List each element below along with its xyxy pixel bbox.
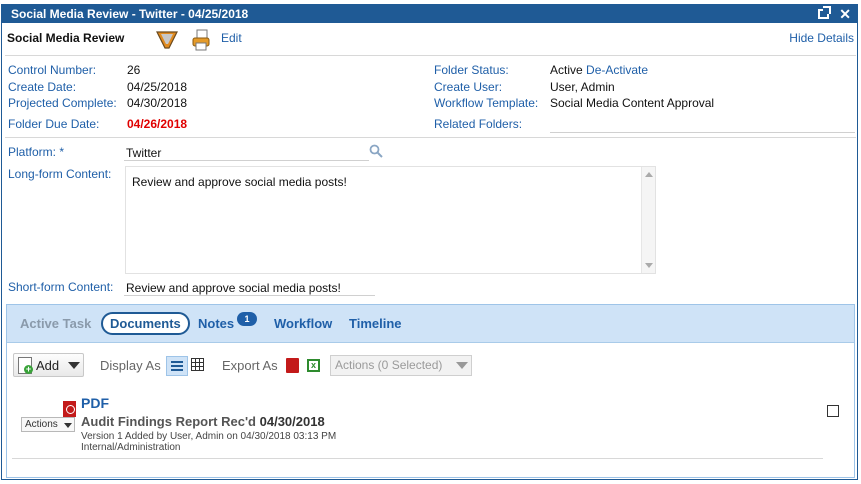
display-as-label: Display As (100, 358, 161, 373)
document-row: PDF Actions Audit Findings Report Rec'd … (7, 379, 854, 457)
control-number-label: Control Number: (8, 63, 97, 77)
filter-icon[interactable] (156, 30, 178, 50)
create-user-label: Create User: (434, 80, 503, 94)
short-form-label: Short-form Content: (8, 280, 114, 294)
folder-due-date-value: 04/26/2018 (127, 117, 188, 131)
export-as-label: Export As (222, 358, 278, 373)
folder-status-value: Active De-Activate (550, 63, 648, 77)
long-form-textarea[interactable]: Review and approve social media posts! (125, 166, 656, 274)
document-select-checkbox[interactable] (827, 405, 839, 417)
create-date-value: 04/25/2018 (127, 80, 188, 94)
chevron-down-icon (64, 423, 72, 428)
folder-window: Social Media Review - Twitter - 04/25/20… (1, 4, 858, 480)
platform-input[interactable] (124, 160, 369, 161)
divider (5, 55, 856, 56)
documents-toolbar: + Add Display As Export As x Actions (0 … (7, 343, 854, 377)
divider (12, 458, 823, 459)
document-version-info: Version 1 Added by User, Admin on 04/30/… (81, 431, 337, 442)
received-date: 04/30/2018 (259, 414, 325, 429)
chevron-down-icon (68, 362, 80, 369)
notes-count-badge: 1 (237, 312, 257, 326)
folder-toolbar: Social Media Review Edit Hide Details (2, 25, 857, 55)
document-category: Internal/Administration (81, 442, 181, 453)
export-excel-icon[interactable]: x (307, 359, 320, 372)
pdf-file-icon (63, 401, 76, 417)
platform-value: Twitter (126, 146, 162, 160)
plus-icon: + (24, 364, 33, 374)
create-date-label: Create Date: (8, 80, 77, 94)
document-title: Audit Findings Report Rec'd 04/30/2018 (81, 414, 325, 429)
textarea-scrollbar[interactable] (641, 167, 655, 273)
related-folders-label: Related Folders: (434, 117, 523, 131)
long-form-text: Review and approve social media posts! (132, 175, 347, 189)
tab-documents[interactable]: Documents (101, 312, 190, 335)
document-name: Audit Findings Report (81, 414, 218, 429)
folder-due-date-label: Folder Due Date: (8, 117, 100, 131)
popout-icon[interactable] (818, 6, 832, 19)
scroll-up-icon[interactable] (645, 172, 653, 177)
long-form-label: Long-form Content: (8, 167, 112, 181)
print-icon[interactable] (191, 29, 211, 51)
folder-status-label: Folder Status: (434, 63, 509, 77)
edit-link[interactable]: Edit (221, 31, 242, 45)
list-view-icon[interactable] (166, 356, 188, 376)
platform-label: Platform: * (8, 145, 65, 159)
hide-details-link[interactable]: Hide Details (789, 31, 854, 45)
projected-complete-label: Projected Complete: (8, 96, 117, 110)
folder-title: Social Media Review (7, 31, 125, 45)
add-document-button[interactable]: + Add (13, 353, 84, 377)
short-form-input[interactable] (124, 295, 375, 296)
chevron-down-icon (456, 362, 468, 369)
tab-notes[interactable]: Notes (198, 316, 234, 331)
add-label: Add (36, 358, 60, 373)
folder-status-text: Active (550, 63, 583, 77)
grid-view-icon[interactable] (191, 358, 204, 371)
document-type-link[interactable]: PDF (81, 395, 109, 411)
short-form-value: Review and approve social media posts! (126, 281, 341, 295)
row-actions-menu[interactable]: Actions (21, 417, 75, 432)
workflow-template-label: Workflow Template: (434, 96, 539, 110)
row-actions-label: Actions (25, 419, 58, 430)
window-titlebar: Social Media Review - Twitter - 04/25/20… (2, 5, 857, 23)
control-number-value: 26 (127, 63, 141, 77)
deactivate-link[interactable]: De-Activate (586, 63, 648, 77)
tab-bar: Active Task Documents Notes 1 Workflow T… (7, 305, 854, 343)
bulk-actions-label: Actions (0 Selected) (335, 358, 443, 372)
search-icon[interactable] (369, 144, 383, 158)
window-controls: ✕ (818, 5, 851, 23)
close-icon[interactable]: ✕ (839, 5, 851, 23)
workflow-template-value: Social Media Content Approval (550, 96, 715, 110)
bulk-actions-select[interactable]: Actions (0 Selected) (330, 355, 472, 376)
window-title: Social Media Review - Twitter - 04/25/20… (11, 7, 249, 21)
projected-complete-value: 04/30/2018 (127, 96, 188, 110)
create-user-value: User, Admin (550, 80, 615, 94)
tab-timeline[interactable]: Timeline (349, 316, 402, 331)
received-prefix: Rec'd (221, 414, 256, 429)
tab-active-task[interactable]: Active Task (20, 316, 91, 331)
tab-workflow[interactable]: Workflow (274, 316, 332, 331)
related-folders-field[interactable] (550, 132, 855, 133)
divider (5, 137, 856, 138)
scroll-down-icon[interactable] (645, 263, 653, 268)
tabs-panel: Active Task Documents Notes 1 Workflow T… (6, 304, 855, 478)
export-pdf-icon[interactable] (286, 358, 299, 373)
